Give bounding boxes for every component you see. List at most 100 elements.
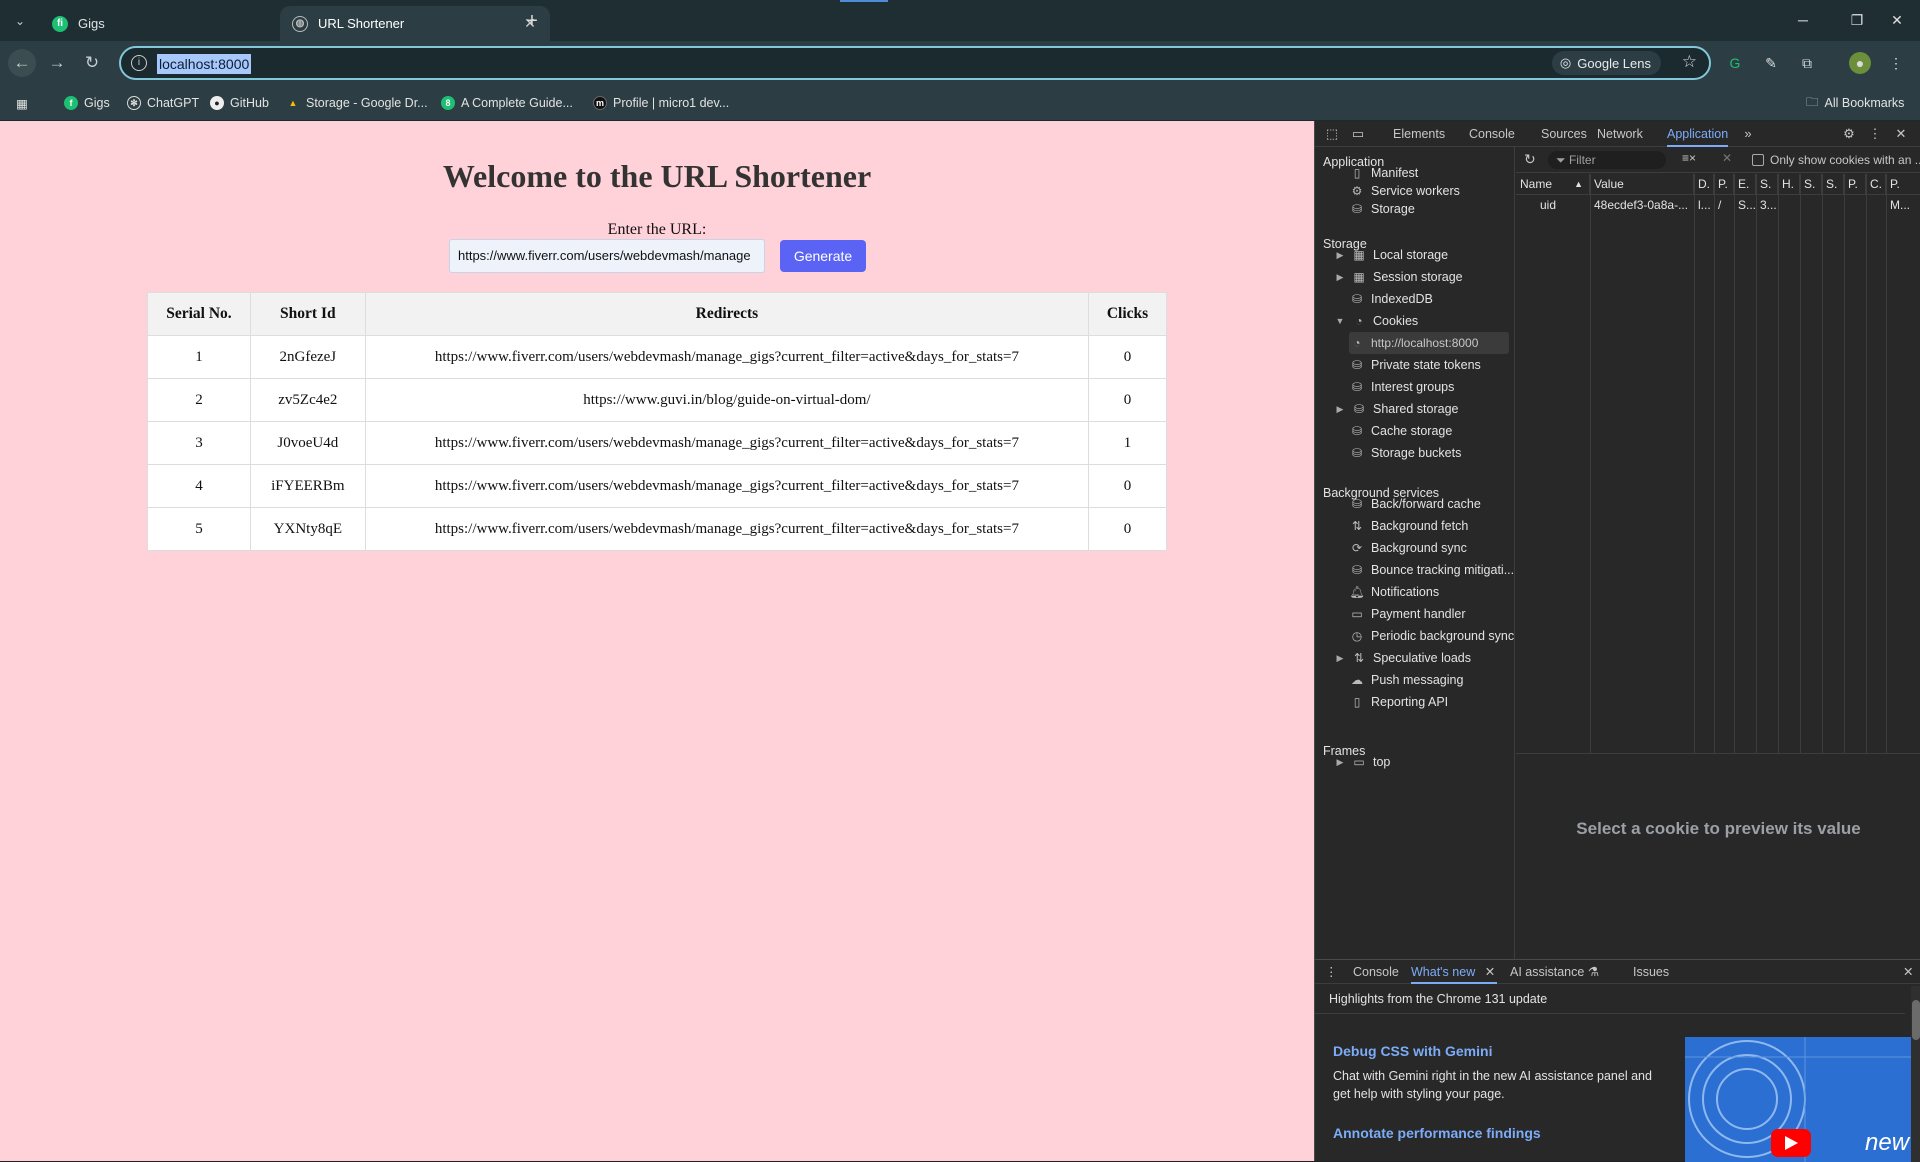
close-icon[interactable]: ✕: [1485, 960, 1495, 984]
pen-extension-icon[interactable]: ✎: [1760, 52, 1782, 74]
sidebar-item-bounce-tracking[interactable]: ⛁ Bounce tracking mitigati...: [1349, 559, 1514, 581]
col-value[interactable]: Value: [1590, 174, 1694, 194]
sidebar-item-frame-top[interactable]: ▶ ▭ top: [1335, 751, 1391, 773]
clear-filtered-icon[interactable]: ≡×: [1682, 151, 1696, 165]
grammarly-icon[interactable]: G: [1724, 52, 1746, 74]
bookmark-micro1[interactable]: m Profile | micro1 dev...: [593, 92, 729, 114]
bookmark-google-drive[interactable]: ▲ Storage - Google Dr...: [286, 92, 428, 114]
devtools-tab-sources[interactable]: Sources: [1541, 121, 1587, 147]
address-text[interactable]: localhost:8000: [157, 54, 252, 74]
device-toolbar-icon[interactable]: ▭: [1349, 125, 1367, 143]
sidebar-item-cache-storage[interactable]: ⛁ Cache storage: [1349, 420, 1452, 442]
forward-button[interactable]: →: [43, 49, 71, 77]
drawer-tab-whats-new[interactable]: What's new ✕: [1411, 960, 1498, 984]
drawer-tab-ai-assistance[interactable]: AI assistance ⚗: [1510, 960, 1599, 984]
col-partition[interactable]: P.: [1844, 174, 1866, 194]
back-button[interactable]: ←: [8, 49, 36, 77]
cookie-path[interactable]: /: [1714, 195, 1734, 215]
col-name[interactable]: Name ▲: [1516, 174, 1590, 194]
sidebar-item-notifications[interactable]: 🔔︎ Notifications: [1349, 581, 1439, 603]
all-bookmarks[interactable]: 🗀 All Bookmarks: [1806, 92, 1904, 114]
col-samesite[interactable]: S.: [1822, 174, 1844, 194]
triangle-right-icon[interactable]: ▶: [1335, 751, 1345, 773]
sidebar-item-bfcache[interactable]: ⛁ Back/forward cache: [1349, 493, 1481, 515]
minimize-button[interactable]: ─: [1776, 0, 1830, 41]
triangle-right-icon[interactable]: ▶: [1335, 398, 1345, 420]
sidebar-item-storage[interactable]: ⛁ Storage: [1349, 198, 1415, 220]
drawer-tab-console[interactable]: Console: [1353, 960, 1399, 984]
sidebar-item-speculative-loads[interactable]: ▶ ⇅ Speculative loads: [1335, 647, 1471, 669]
inspect-element-icon[interactable]: ⬚: [1323, 125, 1341, 143]
sidebar-item-background-sync[interactable]: ⟳ Background sync: [1349, 537, 1467, 559]
col-expires[interactable]: E.: [1734, 174, 1756, 194]
drawer-tab-issues[interactable]: Issues: [1633, 960, 1669, 984]
triangle-right-icon[interactable]: ▶: [1335, 244, 1345, 266]
avatar[interactable]: ●: [1849, 52, 1871, 74]
sidebar-item-periodic-sync[interactable]: ◷ Periodic background sync: [1349, 625, 1514, 647]
drawer-scrollbar[interactable]: [1911, 986, 1920, 1162]
col-secure[interactable]: S.: [1800, 174, 1822, 194]
menu-icon[interactable]: ⋮: [1885, 52, 1907, 74]
tab-gigs[interactable]: fi Gigs ✕: [40, 6, 310, 41]
bookmark-complete-guide[interactable]: 8 A Complete Guide...: [441, 92, 573, 114]
cookie-priority[interactable]: M...: [1886, 195, 1920, 215]
sidebar-item-storage-buckets[interactable]: ⛁ Storage buckets: [1349, 442, 1461, 464]
sidebar-item-payment-handler[interactable]: ▭ Payment handler: [1349, 603, 1465, 625]
sidebar-item-indexeddb[interactable]: ⛁ IndexedDB: [1349, 288, 1433, 310]
col-size[interactable]: S.: [1756, 174, 1778, 194]
settings-gear-icon[interactable]: ⚙: [1840, 125, 1858, 143]
delete-selected-icon[interactable]: ✕: [1722, 151, 1732, 165]
kebab-menu-icon[interactable]: ⋮: [1866, 125, 1884, 143]
sidebar-item-cookie-origin[interactable]: ◔ http://localhost:8000: [1349, 332, 1509, 354]
sidebar-item-shared-storage[interactable]: ▶ ⛁ Shared storage: [1335, 398, 1459, 420]
only-show-issues-checkbox[interactable]: [1752, 154, 1764, 166]
whats-new-video-thumbnail[interactable]: new: [1685, 1037, 1911, 1162]
triangle-right-icon[interactable]: ▶: [1335, 266, 1345, 288]
apps-icon[interactable]: ▦: [16, 92, 28, 114]
extensions-icon[interactable]: ⧉: [1796, 52, 1818, 74]
whats-new-title-gemini[interactable]: Debug CSS with Gemini: [1333, 1043, 1492, 1059]
reload-button[interactable]: ↻: [78, 49, 106, 77]
more-tabs-icon[interactable]: »: [1739, 125, 1757, 143]
col-httponly[interactable]: H.: [1778, 174, 1800, 194]
sidebar-item-push-messaging[interactable]: ☁ Push messaging: [1349, 669, 1463, 691]
cookie-value[interactable]: 48ecdef3-0a8a-...: [1590, 195, 1694, 215]
drawer-menu-icon[interactable]: ⋮: [1325, 960, 1338, 984]
cookie-expires[interactable]: S...: [1734, 195, 1756, 215]
whats-new-title-annotate[interactable]: Annotate performance findings: [1333, 1125, 1541, 1141]
url-input[interactable]: https://www.fiverr.com/users/webdevmash/…: [449, 239, 765, 273]
col-crosssite[interactable]: C.: [1866, 174, 1886, 194]
sidebar-item-private-state-tokens[interactable]: ⛁ Private state tokens: [1349, 354, 1481, 376]
new-tab-button[interactable]: +: [520, 9, 544, 33]
cookie-name[interactable]: uid: [1516, 195, 1590, 215]
bookmark-gigs[interactable]: f Gigs: [64, 92, 110, 114]
sidebar-item-interest-groups[interactable]: ⛁ Interest groups: [1349, 376, 1454, 398]
col-domain[interactable]: D.: [1694, 174, 1714, 194]
close-drawer-icon[interactable]: ✕: [1903, 960, 1913, 984]
tab-search-button[interactable]: ⌄: [8, 9, 32, 33]
info-icon[interactable]: i: [131, 55, 147, 71]
bookmark-github[interactable]: ● GitHub: [210, 92, 269, 114]
bookmark-chatgpt[interactable]: ✻ ChatGPT: [127, 92, 199, 114]
triangle-down-icon[interactable]: ▼: [1335, 310, 1345, 332]
tab-url-shortener[interactable]: ◍ URL Shortener ✕: [280, 6, 550, 41]
triangle-right-icon[interactable]: ▶: [1335, 647, 1345, 669]
devtools-tab-application[interactable]: Application: [1667, 121, 1729, 147]
sidebar-item-session-storage[interactable]: ▶ ▦ Session storage: [1335, 266, 1463, 288]
devtools-tab-console[interactable]: Console: [1469, 121, 1515, 147]
devtools-tab-network[interactable]: Network: [1597, 121, 1643, 147]
devtools-tab-elements[interactable]: Elements: [1393, 121, 1445, 147]
sidebar-item-cookies[interactable]: ▼ ◔ Cookies: [1335, 310, 1419, 332]
close-window-button[interactable]: ✕: [1870, 0, 1920, 41]
refresh-icon[interactable]: ↻: [1524, 151, 1536, 168]
address-bar[interactable]: i localhost:8000 ◎ Google Lens ☆: [119, 46, 1711, 80]
cookie-size[interactable]: 3...: [1756, 195, 1778, 215]
google-lens-button[interactable]: ◎ Google Lens: [1551, 51, 1661, 75]
col-path[interactable]: P.: [1714, 174, 1734, 194]
sidebar-item-background-fetch[interactable]: ⇅ Background fetch: [1349, 515, 1468, 537]
generate-button[interactable]: Generate: [780, 240, 866, 272]
col-priority[interactable]: P.: [1886, 174, 1920, 194]
cookie-domain[interactable]: l...: [1694, 195, 1714, 215]
bookmark-star-icon[interactable]: ☆: [1682, 52, 1697, 72]
sidebar-item-reporting-api[interactable]: ▯ Reporting API: [1349, 691, 1448, 713]
